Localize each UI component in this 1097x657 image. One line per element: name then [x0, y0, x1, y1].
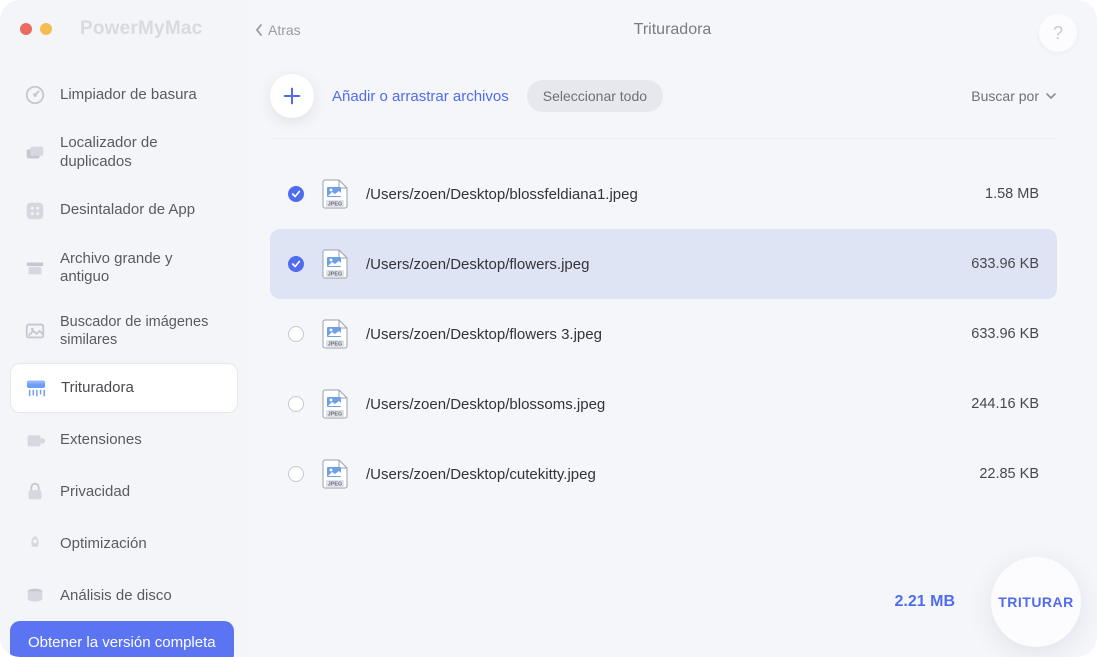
file-row[interactable]: JPEG /Users/zoen/Desktop/blossfeldiana1.… — [270, 159, 1057, 229]
puzzle-icon — [24, 429, 46, 451]
sidebar-item-optimization[interactable]: Optimización — [10, 519, 238, 569]
shredder-icon — [25, 377, 47, 399]
file-type-icon: JPEG — [322, 249, 348, 279]
file-checkbox[interactable] — [288, 396, 304, 412]
sidebar-item-extensions[interactable]: Extensiones — [10, 415, 238, 465]
help-icon: ? — [1053, 23, 1063, 44]
file-list: JPEG /Users/zoen/Desktop/blossfeldiana1.… — [248, 149, 1097, 547]
header: Atras Trituradora ? — [248, 0, 1097, 60]
sidebar: PowerMyMac Limpiador de basura Localizad… — [0, 0, 248, 657]
total-size: 2.21 MB — [895, 593, 955, 611]
back-label: Atras — [268, 22, 301, 38]
window-minimize-button[interactable] — [40, 23, 52, 35]
file-size: 633.96 KB — [971, 256, 1039, 272]
sidebar-item-large-old-files[interactable]: Archivo grande y antiguo — [10, 238, 238, 300]
help-button[interactable]: ? — [1039, 14, 1077, 52]
back-button[interactable]: Atras — [254, 22, 301, 38]
select-all-button[interactable]: Seleccionar todo — [527, 80, 663, 112]
check-icon — [291, 259, 301, 269]
file-type-icon: JPEG — [322, 389, 348, 419]
file-checkbox[interactable] — [288, 256, 304, 272]
sidebar-item-label: Trituradora — [61, 379, 134, 398]
image-icon — [24, 320, 46, 342]
file-checkbox[interactable] — [288, 466, 304, 482]
file-path: /Users/zoen/Desktop/blossfeldiana1.jpeg — [366, 186, 967, 203]
sidebar-item-label: Archivo grande y antiguo — [60, 250, 224, 288]
app-title: PowerMyMac — [80, 18, 202, 40]
sidebar-item-label: Buscador de imágenes similares — [60, 313, 224, 349]
file-path: /Users/zoen/Desktop/blossoms.jpeg — [366, 396, 953, 413]
file-path: /Users/zoen/Desktop/flowers.jpeg — [366, 256, 953, 273]
sidebar-item-label: Limpiador de basura — [60, 86, 197, 105]
file-type-icon: JPEG — [322, 459, 348, 489]
svg-text:JPEG: JPEG — [328, 202, 343, 208]
rocket-icon — [24, 533, 46, 555]
plus-icon — [281, 85, 303, 107]
lock-icon — [24, 481, 46, 503]
window-close-button[interactable] — [20, 23, 32, 35]
sidebar-item-label: Optimización — [60, 535, 147, 554]
chevron-left-icon — [254, 23, 264, 37]
file-type-icon: JPEG — [322, 319, 348, 349]
svg-text:JPEG: JPEG — [328, 342, 343, 348]
toolbar: Añadir o arrastrar archivos Seleccionar … — [248, 60, 1097, 132]
file-size: 1.58 MB — [985, 186, 1039, 202]
gauge-icon — [24, 84, 46, 106]
file-checkbox[interactable] — [288, 186, 304, 202]
check-icon — [291, 189, 301, 199]
sidebar-item-shredder[interactable]: Trituradora — [10, 363, 238, 413]
sidebar-item-label: Localizador de duplicados — [60, 134, 224, 172]
page-title: Trituradora — [248, 21, 1097, 39]
sidebar-item-similar-images[interactable]: Buscador de imágenes similares — [10, 301, 238, 361]
file-type-icon: JPEG — [322, 179, 348, 209]
file-checkbox[interactable] — [288, 326, 304, 342]
window-controls: PowerMyMac — [10, 14, 238, 60]
app-grid-icon — [24, 200, 46, 222]
search-by-label: Buscar por — [971, 88, 1039, 104]
file-row[interactable]: JPEG /Users/zoen/Desktop/cutekitty.jpeg 2… — [270, 439, 1057, 509]
file-path: /Users/zoen/Desktop/cutekitty.jpeg — [366, 466, 961, 483]
file-row[interactable]: JPEG /Users/zoen/Desktop/flowers 3.jpeg 6… — [270, 299, 1057, 369]
sidebar-item-label: Extensiones — [60, 431, 142, 450]
divider — [270, 138, 1057, 139]
add-file-button[interactable] — [270, 74, 314, 118]
file-row[interactable]: JPEG /Users/zoen/Desktop/flowers.jpeg 633… — [270, 229, 1057, 299]
shred-button-label: TRITURAR — [998, 594, 1074, 610]
archive-icon — [24, 257, 46, 279]
svg-text:JPEG: JPEG — [328, 272, 343, 278]
file-path: /Users/zoen/Desktop/flowers 3.jpeg — [366, 326, 953, 343]
sidebar-item-label: Privacidad — [60, 483, 130, 502]
search-by-dropdown[interactable]: Buscar por — [971, 88, 1057, 104]
shred-button[interactable]: TRITURAR — [991, 557, 1081, 647]
folders-icon — [24, 142, 46, 164]
file-size: 22.85 KB — [979, 466, 1039, 482]
sidebar-nav: Limpiador de basura Localizador de dupli… — [10, 70, 238, 621]
main-panel: Atras Trituradora ? Añadir o arrastrar a… — [248, 0, 1097, 657]
file-size: 633.96 KB — [971, 326, 1039, 342]
sidebar-item-label: Desintalador de App — [60, 201, 195, 220]
file-row[interactable]: JPEG /Users/zoen/Desktop/blossoms.jpeg 24… — [270, 369, 1057, 439]
footer: 2.21 MB TRITURAR — [248, 547, 1097, 657]
file-size: 244.16 KB — [971, 396, 1039, 412]
svg-text:JPEG: JPEG — [328, 412, 343, 418]
upgrade-button[interactable]: Obtener la versión completa — [10, 621, 234, 657]
sidebar-item-label: Análisis de disco — [60, 587, 172, 606]
disk-icon — [24, 585, 46, 607]
add-file-label[interactable]: Añadir o arrastrar archivos — [332, 88, 509, 105]
sidebar-item-duplicate-finder[interactable]: Localizador de duplicados — [10, 122, 238, 184]
sidebar-item-privacy[interactable]: Privacidad — [10, 467, 238, 517]
sidebar-item-disk-analysis[interactable]: Análisis de disco — [10, 571, 238, 621]
svg-text:JPEG: JPEG — [328, 482, 343, 488]
sidebar-item-junk-cleaner[interactable]: Limpiador de basura — [10, 70, 238, 120]
chevron-down-icon — [1045, 91, 1057, 101]
sidebar-item-app-uninstaller[interactable]: Desintalador de App — [10, 186, 238, 236]
